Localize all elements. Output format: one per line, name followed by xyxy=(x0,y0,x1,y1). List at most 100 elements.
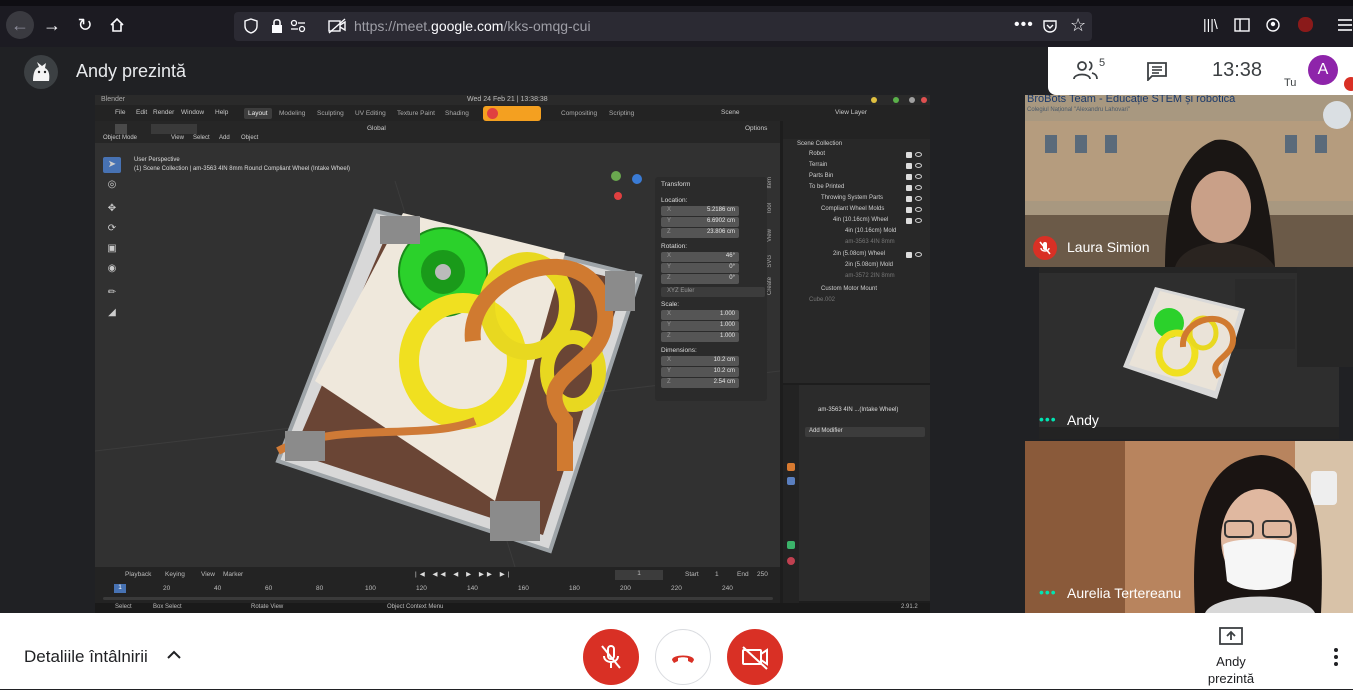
camera-off-icon xyxy=(742,646,768,670)
presenter-title: Andy prezintă xyxy=(76,61,187,81)
participant-name: Aurelia Tertereanu xyxy=(1067,585,1182,601)
library-icon[interactable]: |||\ xyxy=(1203,16,1218,32)
eye-icon xyxy=(915,152,922,157)
microphone-toggle-button[interactable] xyxy=(583,629,639,685)
close-icon xyxy=(921,97,927,103)
outliner-item: 4in (10.16cm) Mold xyxy=(845,228,897,234)
scale-label: Scale: xyxy=(661,301,680,308)
playback-controls-icon: |◀ ◀◀ ◀ ▶ ▶▶ ▶| xyxy=(415,571,513,578)
eye-icon xyxy=(915,163,922,168)
workspace-tab-uv-editing: UV Editing xyxy=(355,110,386,117)
present-screen-icon[interactable] xyxy=(1219,627,1243,645)
dimensions-x: X 10.2 cm xyxy=(661,356,765,366)
modifier-object-name: am-3563 4IN ...(Intake Wheel) xyxy=(818,407,899,413)
status-select: Select xyxy=(115,604,132,610)
dimensions-z: Z 2.54 cm xyxy=(661,378,765,388)
meeting-details-button[interactable]: Detaliile întâlnirii xyxy=(24,647,148,667)
url-path: /kks-omqg-cui xyxy=(503,18,591,34)
menu-help: Help xyxy=(215,109,229,116)
timeline-menu: Playback xyxy=(125,571,152,578)
timeline-tick: 1 xyxy=(114,584,126,593)
team-banner-subtitle: Colegiul Național "Alexandru Lahovari" xyxy=(1027,107,1130,113)
side-tab-view: View xyxy=(767,229,773,242)
workspace-tab-modeling: Modeling xyxy=(279,110,306,117)
workspace-tab-layout: Layout xyxy=(244,108,272,119)
maximize-icon xyxy=(893,97,899,103)
side-tab-tool: Tool xyxy=(767,203,773,215)
participant-tile-andy[interactable]: ••• Andy xyxy=(1025,267,1353,439)
timeline-tick: 140 xyxy=(467,585,478,592)
blender-statusbar: Select Box Select Rotate View Object Con… xyxy=(95,603,930,613)
rotation-x: X 46° xyxy=(661,252,765,262)
permissions-icon[interactable] xyxy=(290,19,306,33)
participant-tile-laura[interactable]: BroBots Team - Educație STEM și robotică… xyxy=(1025,95,1353,267)
gizmo-x xyxy=(614,192,622,200)
camera-sharing-icon[interactable] xyxy=(328,18,346,34)
roller-top-right xyxy=(605,271,635,311)
outliner-item: Custom Motor Mount xyxy=(821,286,878,292)
account-icon[interactable] xyxy=(1266,18,1280,32)
menu-icon[interactable] xyxy=(1338,19,1352,31)
pocket-icon[interactable] xyxy=(1042,18,1058,34)
visibility-checkbox xyxy=(906,207,912,213)
bookmark-star-icon[interactable]: ☆ xyxy=(1070,15,1086,36)
gizmo-z xyxy=(632,174,642,184)
side-tab-create: Create xyxy=(767,277,773,296)
lock-icon[interactable] xyxy=(270,18,284,34)
people-icon[interactable] xyxy=(1072,59,1100,81)
current-frame: 1 xyxy=(615,570,663,580)
presenting-label[interactable]: Andy prezintă xyxy=(1200,653,1262,687)
leave-call-button[interactable] xyxy=(655,629,711,685)
menu-edit: Edit xyxy=(136,109,148,116)
ublock-icon[interactable] xyxy=(1298,17,1313,32)
wrench-icon xyxy=(787,477,795,485)
speaking-indicator: ••• xyxy=(1039,584,1057,600)
scale-z: Z 1.000 xyxy=(661,332,765,342)
timeline-tick: 240 xyxy=(722,585,733,592)
team-banner-text: BroBots Team - Educație STEM și robotică xyxy=(1027,95,1236,105)
url-text[interactable]: https://meet.google.com/kks-omqg-cui xyxy=(354,18,591,34)
data-icon xyxy=(787,541,795,549)
blender-menubar: File Edit Render Window Help Layout Mode… xyxy=(95,105,930,121)
presenter-avatar xyxy=(24,55,58,89)
home-button[interactable] xyxy=(103,11,131,39)
shield-icon[interactable] xyxy=(244,18,258,34)
outliner-item: Terrain xyxy=(809,162,828,168)
visibility-checkbox xyxy=(906,152,912,158)
address-bar[interactable]: https://meet.google.com/kks-omqg-cui •••… xyxy=(234,12,1092,41)
chevron-up-icon[interactable] xyxy=(166,649,182,659)
notification-badge xyxy=(1344,77,1353,91)
meeting-controls-bar: Detaliile întâlnirii Andy prezintă xyxy=(0,613,1353,689)
more-options-icon[interactable] xyxy=(1328,647,1344,667)
blender-titlebar: Blender Wed 24 Feb 21 | 13:38:38 xyxy=(95,95,930,105)
reload-button[interactable]: ↻ xyxy=(71,11,99,39)
outliner-item: Robot xyxy=(809,151,826,157)
material-icon xyxy=(787,557,795,565)
roller-bottom-left xyxy=(285,431,325,461)
back-button[interactable]: ← xyxy=(6,11,34,39)
timeline-tick: 180 xyxy=(569,585,580,592)
camera-toggle-button[interactable] xyxy=(727,629,783,685)
menu-render: Render xyxy=(153,109,175,116)
workspace-tab-sculpting: Sculpting xyxy=(317,110,344,117)
outliner-item: Parts Bin xyxy=(809,173,834,179)
forward-button[interactable]: → xyxy=(38,11,66,39)
outliner-item: 4in (10.16cm) Wheel xyxy=(833,217,889,223)
location-y: Y 6.6902 cm xyxy=(661,217,765,227)
team-banner: BroBots Team - Educație STEM și robotică… xyxy=(1025,95,1353,117)
eye-icon xyxy=(915,185,922,190)
blender-app-name: Blender xyxy=(101,96,126,103)
reload-icon: ↻ xyxy=(77,15,93,35)
arrow-right-icon: → xyxy=(43,15,61,35)
sidebar-icon[interactable] xyxy=(1234,18,1250,32)
participant-tile-aurelia[interactable]: ••• Aurelia Tertereanu xyxy=(1025,441,1353,613)
outliner-item: To be Printed xyxy=(809,184,845,190)
timeline-tick: 120 xyxy=(416,585,427,592)
timeline-tick: 80 xyxy=(316,585,324,592)
chat-icon[interactable] xyxy=(1146,61,1168,81)
page-actions-menu[interactable]: ••• xyxy=(1014,16,1034,34)
self-avatar[interactable]: A xyxy=(1308,55,1338,85)
view-layer-selector: View Layer xyxy=(835,109,868,116)
green-wheel-axle xyxy=(435,264,451,280)
status-rotate-view: Rotate View xyxy=(251,604,284,610)
